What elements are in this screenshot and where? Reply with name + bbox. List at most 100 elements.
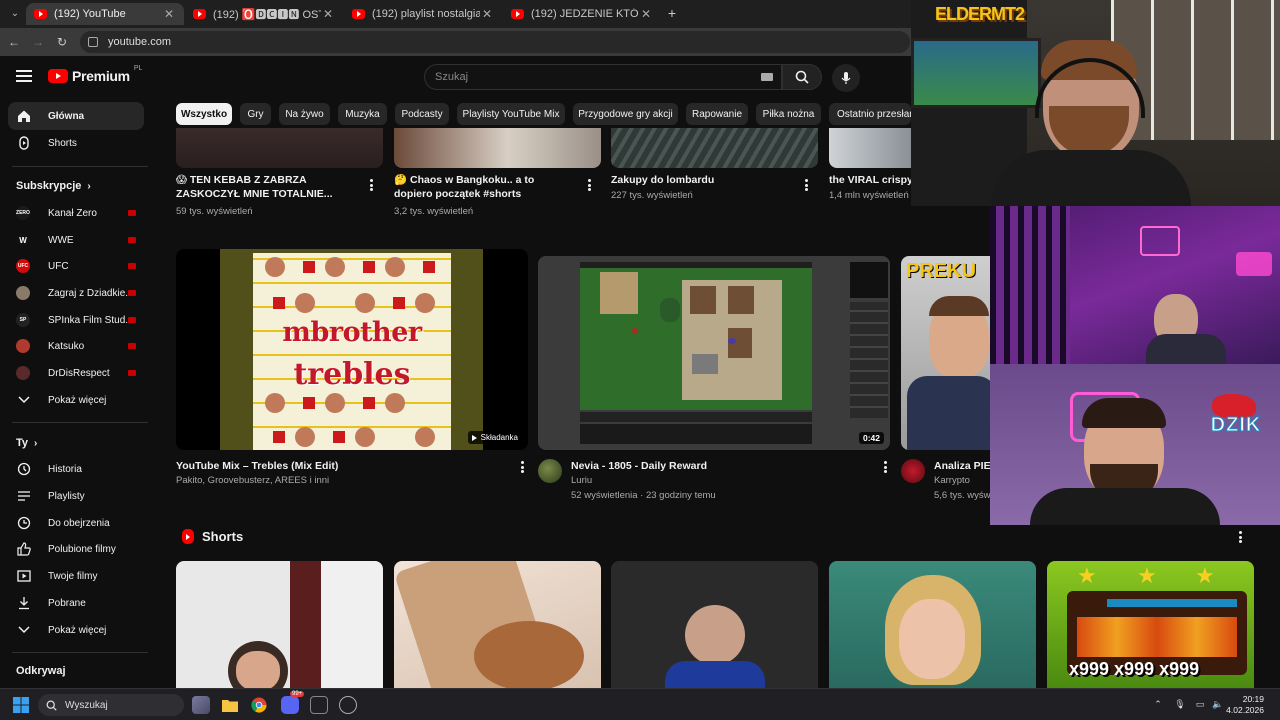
- channel-name[interactable]: Pakito, Groovebusterz, AREES i inni: [176, 474, 329, 487]
- sidebar-item-subscription[interactable]: ZERO Kanał Zero: [8, 199, 144, 227]
- more-actions-icon[interactable]: [879, 459, 891, 475]
- sidebar-item-shorts[interactable]: Shorts: [8, 129, 144, 157]
- video-title[interactable]: YouTube Mix – Trebles (Mix Edit): [176, 459, 506, 473]
- video-thumbnail[interactable]: PREKU: [901, 256, 990, 450]
- video-thumbnail[interactable]: [611, 128, 818, 168]
- sidebar-item-playlists[interactable]: Playlisty: [8, 482, 144, 510]
- sidebar-item-downloads[interactable]: Pobrane: [8, 589, 144, 617]
- chip-recently-uploaded[interactable]: Ostatnio przesłane: [829, 103, 911, 125]
- chip-all[interactable]: Wszystko: [176, 103, 232, 125]
- more-actions-icon[interactable]: [800, 177, 812, 193]
- sidebar-item-your-videos[interactable]: Twoje filmy: [8, 562, 144, 590]
- short-thumbnail[interactable]: [394, 561, 601, 688]
- mix-thumbnail[interactable]: mbrother trebles Składanka: [176, 249, 528, 450]
- video-title[interactable]: Zakupy do lombardu: [611, 173, 791, 187]
- mix-badge: Składanka: [467, 431, 522, 444]
- album-art: mbrother trebles: [253, 253, 451, 450]
- tab-jedzenie[interactable]: (192) JEDZENIE KTÓRE ZNIKNĘŁO ✕: [503, 3, 661, 25]
- search-input[interactable]: Szukaj: [424, 64, 782, 90]
- tab-youtube[interactable]: (192) YouTube ✕: [26, 3, 184, 25]
- chip-rap[interactable]: Rapowanie: [686, 103, 748, 125]
- file-explorer-icon[interactable]: [221, 696, 239, 714]
- sidebar-item-subscription[interactable]: Katsuko: [8, 332, 144, 360]
- reload-icon[interactable]: ↻: [54, 34, 70, 50]
- new-tab-button[interactable]: +: [664, 5, 680, 21]
- subscriptions-heading[interactable]: Subskrypcje ›: [16, 180, 91, 192]
- task-view-icon[interactable]: [192, 696, 210, 714]
- sidebar-item-subscription[interactable]: DrDisRespect: [8, 359, 144, 387]
- sidebar-item-history[interactable]: Historia: [8, 455, 144, 483]
- more-actions-icon[interactable]: [583, 177, 595, 193]
- channel-avatar[interactable]: [538, 459, 562, 483]
- close-tab-icon[interactable]: ✕: [480, 7, 494, 21]
- app-icon[interactable]: [310, 696, 328, 714]
- tab-search-icon[interactable]: ⌄: [6, 5, 24, 23]
- menu-icon[interactable]: [16, 70, 32, 82]
- short-thumbnail[interactable]: [611, 561, 818, 688]
- tray-chevron-up-icon[interactable]: ⌃: [1152, 698, 1164, 710]
- channel-avatar: SP: [16, 313, 30, 327]
- video-title[interactable]: 🤔 Chaos w Bangkoku.. a to dopiero począt…: [394, 173, 574, 201]
- short-thumbnail[interactable]: [829, 561, 1036, 688]
- sidebar-item-subscription[interactable]: W WWE: [8, 226, 144, 254]
- chip-youtube-mix[interactable]: Playlisty YouTube Mix: [457, 103, 565, 125]
- video-thumbnail[interactable]: [829, 128, 911, 168]
- chip-music[interactable]: Muzyka: [338, 103, 387, 125]
- sidebar-item-subscription[interactable]: UFC UFC: [8, 252, 144, 280]
- close-tab-icon[interactable]: ✕: [321, 7, 335, 21]
- sidebar-item-liked-videos[interactable]: Polubione filmy: [8, 535, 144, 563]
- sidebar-label: Pokaż więcej: [48, 394, 107, 406]
- site-info-icon[interactable]: [88, 37, 98, 47]
- close-tab-icon[interactable]: ✕: [162, 7, 176, 21]
- url-field[interactable]: youtube.com: [80, 31, 910, 53]
- channel-avatar[interactable]: [901, 459, 925, 483]
- tab-ostaszewski[interactable]: (192) 🅾️🅳🅲🅸🅽 OSTASZEWSKI ✕: [185, 3, 343, 25]
- forward-arrow-icon[interactable]: →: [30, 34, 46, 50]
- obs-icon[interactable]: [339, 696, 357, 714]
- divider: [12, 166, 148, 167]
- network-icon[interactable]: ▭: [1194, 698, 1206, 710]
- volume-icon[interactable]: 🔈: [1212, 698, 1224, 710]
- video-title[interactable]: Analiza PIE: [934, 459, 990, 473]
- channel-name[interactable]: Luriu: [571, 474, 592, 487]
- more-actions-icon[interactable]: [516, 459, 528, 475]
- microphone-tray-icon[interactable]: 🎙: [1174, 698, 1186, 710]
- video-thumbnail[interactable]: [394, 128, 601, 168]
- windows-start-icon[interactable]: [12, 696, 30, 714]
- tab-playlist-nostalgia[interactable]: (192) playlist nostalgia - YouTube ✕: [344, 3, 502, 25]
- voice-search-button[interactable]: [832, 64, 860, 92]
- chip-football[interactable]: Piłka nożna: [756, 103, 821, 125]
- video-thumbnail[interactable]: 0:42: [538, 256, 890, 450]
- taskbar-clock[interactable]: 20:19 4.02.2026: [1226, 694, 1264, 716]
- video-title[interactable]: Nevia - 1805 - Daily Reward: [571, 459, 871, 473]
- home-icon: [16, 108, 32, 124]
- back-arrow-icon[interactable]: ←: [6, 34, 22, 50]
- channel-name[interactable]: Karrypto: [934, 474, 970, 487]
- short-thumbnail[interactable]: [176, 561, 383, 688]
- short-thumbnail[interactable]: x999 x999 x999 ★ ★ ★: [1047, 561, 1254, 688]
- download-icon: [16, 595, 32, 611]
- sidebar-item-watch-later[interactable]: Do obejrzenia: [8, 509, 144, 537]
- video-title[interactable]: the VIRAL crispy: [829, 173, 911, 187]
- chrome-icon[interactable]: [250, 696, 268, 714]
- close-tab-icon[interactable]: ✕: [639, 7, 653, 21]
- show-more-subscriptions-button[interactable]: Pokaż więcej: [8, 386, 144, 414]
- discord-icon[interactable]: 99+: [281, 691, 305, 714]
- show-more-you-button[interactable]: Pokaż więcej: [8, 616, 144, 644]
- more-actions-icon[interactable]: [365, 177, 377, 193]
- chip-games[interactable]: Gry: [240, 103, 271, 125]
- chip-live[interactable]: Na żywo: [279, 103, 330, 125]
- chip-action-adventure[interactable]: Przygodowe gry akcji: [573, 103, 678, 125]
- search-button[interactable]: [782, 64, 822, 90]
- sidebar-item-subscription[interactable]: SP SPInka Film Stud...: [8, 306, 144, 334]
- taskbar-search-input[interactable]: Wyszukaj: [38, 694, 184, 716]
- you-heading[interactable]: Ty ›: [16, 437, 37, 449]
- video-thumbnail[interactable]: [176, 128, 383, 168]
- sidebar-item-subscription[interactable]: Zagraj z Dziadkie...: [8, 279, 144, 307]
- youtube-premium-logo[interactable]: Premium PL: [48, 65, 142, 84]
- video-title[interactable]: 😱 TEN KEBAB Z ZABRZA ZASKOCZYŁ MNIE TOTA…: [176, 173, 356, 201]
- sidebar-item-home[interactable]: Główna: [8, 102, 144, 130]
- chip-podcasts[interactable]: Podcasty: [395, 103, 449, 125]
- keyboard-icon[interactable]: [761, 73, 773, 81]
- more-actions-icon[interactable]: [1234, 529, 1246, 545]
